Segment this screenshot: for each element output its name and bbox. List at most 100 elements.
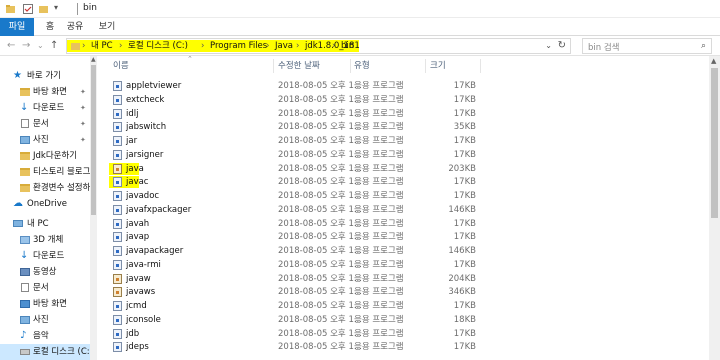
sidebar-item-label: 문서 — [33, 119, 49, 129]
table-row[interactable]: idlj 2018-08-05 오후 1... 응용 프로그램 17KB — [98, 107, 708, 121]
pin-icon[interactable]: ✦ — [80, 132, 86, 148]
sidebar-item-documents[interactable]: 문서 ✦ — [0, 116, 90, 132]
sidebar-scrollbar[interactable]: ▲ — [90, 56, 97, 360]
breadcrumb-program-files[interactable]: Program Files — [210, 40, 267, 52]
sidebar-item-tistory-blog[interactable]: 티스토리 블로그 — [0, 164, 90, 180]
sidebar-item-pc-pictures[interactable]: 사진 — [0, 312, 90, 328]
file-size: 146KB — [448, 246, 476, 256]
table-row[interactable]: javafxpackager 2018-08-05 오후 1... 응용 프로그램 1… — [98, 203, 708, 217]
table-row[interactable]: javapackager 2018-08-05 오후 1... 응용 프로그램 146… — [98, 244, 708, 258]
file-name: javac — [126, 177, 149, 188]
properties-icon[interactable] — [22, 3, 34, 15]
refresh-icon[interactable]: ↻ — [558, 40, 566, 51]
table-row[interactable]: jarsigner 2018-08-05 오후 1... 응용 프로그램 17KB — [98, 148, 708, 162]
breadcrumb-bin[interactable]: bin — [341, 40, 354, 52]
desktop-icon — [20, 300, 30, 308]
breadcrumb-java[interactable]: Java — [275, 40, 293, 52]
table-row[interactable]: javaw 2018-08-05 오후 1... 응용 프로그램 204KB — [98, 272, 708, 286]
sidebar-item-pc-documents[interactable]: 문서 — [0, 280, 90, 296]
sidebar-scrollbar-thumb[interactable] — [91, 65, 96, 215]
tab-home[interactable]: 홈 — [40, 18, 60, 36]
file-name: jdb — [126, 328, 140, 339]
sidebar-item-onedrive[interactable]: ☁ OneDrive — [0, 196, 90, 212]
tab-share[interactable]: 공유 — [64, 18, 86, 36]
file-name: idlj — [126, 108, 139, 119]
tab-file[interactable]: 파일 — [0, 18, 34, 36]
file-size: 146KB — [448, 204, 476, 215]
table-row[interactable]: jconsole 2018-08-05 오후 1... 응용 프로그램 18KB — [98, 313, 708, 327]
up-arrow-icon[interactable]: ↑ — [50, 39, 58, 53]
table-row[interactable]: javah 2018-08-05 오후 1... 응용 프로그램 17KB — [98, 217, 708, 231]
table-row[interactable]: jdeps 2018-08-05 오후 1... 응용 프로그램 17KB — [98, 340, 708, 354]
folder-icon — [6, 5, 15, 13]
sidebar-item-jdk-download[interactable]: Jdk다운하기 — [0, 148, 90, 164]
executable-icon — [113, 259, 122, 270]
search-box[interactable]: bin 검색 ⌕ — [582, 38, 712, 54]
back-arrow-icon[interactable]: ← — [7, 39, 15, 53]
sidebar-item-pictures[interactable]: 사진 ✦ — [0, 132, 90, 148]
table-row[interactable]: jcmd 2018-08-05 오후 1... 응용 프로그램 17KB — [98, 299, 708, 313]
sidebar-item-videos[interactable]: 동영상 — [0, 264, 90, 280]
sidebar-item-music[interactable]: ♪ 음악 — [0, 328, 90, 344]
table-row[interactable]: javac 2018-08-05 오후 1... 응용 프로그램 17KB — [98, 175, 708, 189]
file-date: 2018-08-05 오후 1... — [278, 301, 362, 311]
sidebar-item-this-pc[interactable]: 내 PC — [0, 216, 90, 232]
sidebar-item-pc-desktop[interactable]: 바탕 화면 — [0, 296, 90, 312]
address-dropdown-icon[interactable]: ⌄ — [545, 41, 552, 50]
pin-icon[interactable]: ✦ — [80, 116, 86, 132]
sidebar-item-env-vars[interactable]: 환경변수 설정하기 — [0, 180, 97, 196]
table-row[interactable]: appletviewer 2018-08-05 오후 1... 응용 프로그램 17K… — [98, 79, 708, 93]
sidebar-item-3d-objects[interactable]: 3D 개체 — [0, 232, 90, 248]
column-header-date[interactable]: 수정한 날짜 — [278, 57, 320, 75]
executable-icon — [113, 122, 122, 133]
recent-locations-icon[interactable]: ⌄ — [37, 39, 44, 53]
table-row[interactable]: extcheck 2018-08-05 오후 1... 응용 프로그램 17KB — [98, 93, 708, 107]
breadcrumb-this-pc[interactable]: 내 PC — [91, 40, 113, 52]
pin-icon[interactable]: ✦ — [80, 100, 86, 116]
column-divider[interactable] — [273, 59, 274, 73]
column-header-type[interactable]: 유형 — [354, 57, 370, 75]
file-date: 2018-08-05 오후 1... — [278, 246, 362, 256]
file-type: 응용 프로그램 — [354, 94, 404, 105]
column-divider[interactable] — [350, 59, 351, 73]
sidebar-item-downloads[interactable]: ↓ 다운로드 ✦ — [0, 100, 90, 116]
file-size: 204KB — [448, 273, 476, 284]
customize-quick-access-icon[interactable]: ▾ — [54, 3, 58, 15]
column-header-name[interactable]: 이름 — [113, 57, 129, 75]
column-header-size[interactable]: 크기 — [430, 57, 446, 75]
breadcrumb-local-disk[interactable]: 로컬 디스크 (C:) — [128, 40, 188, 52]
tab-view[interactable]: 보기 — [96, 18, 118, 36]
title-separator — [77, 3, 78, 15]
column-divider[interactable] — [480, 59, 481, 73]
column-divider[interactable] — [425, 59, 426, 73]
table-row[interactable]: javadoc 2018-08-05 오후 1... 응용 프로그램 17KB — [98, 189, 708, 203]
address-bar[interactable]: › 내 PC › 로컬 디스크 (C:) › Program Files › J… — [66, 38, 571, 54]
file-date: 2018-08-05 오후 1... — [278, 259, 362, 270]
table-row[interactable]: javaws 2018-08-05 오후 1... 응용 프로그램 346KB — [98, 285, 708, 299]
folder-icon — [20, 152, 30, 160]
executable-icon — [113, 328, 122, 339]
sidebar-item-desktop[interactable]: 바탕 화면 ✦ — [0, 84, 90, 100]
table-row[interactable]: jar 2018-08-05 오후 1... 응용 프로그램 17KB — [98, 134, 708, 148]
scroll-up-icon[interactable]: ▲ — [711, 57, 716, 65]
file-list-scrollbar-thumb[interactable] — [711, 68, 718, 218]
table-row[interactable]: java 2018-08-05 오후 1... 응용 프로그램 203KB — [98, 162, 708, 176]
file-name: jcmd — [126, 301, 147, 311]
table-row[interactable]: jabswitch 2018-08-05 오후 1... 응용 프로그램 35KB — [98, 120, 708, 134]
sidebar-item-local-disk[interactable]: 로컬 디스크 (C:) — [0, 344, 93, 360]
cube-icon — [20, 236, 30, 244]
sidebar-item-quick-access[interactable]: ★ 바로 가기 — [0, 68, 90, 84]
file-list-scrollbar[interactable]: ▲ — [709, 56, 720, 360]
forward-arrow-icon[interactable]: → — [22, 39, 30, 53]
table-row[interactable]: java-rmi 2018-08-05 오후 1... 응용 프로그램 17KB — [98, 258, 708, 272]
table-row[interactable]: jdb 2018-08-05 오후 1... 응용 프로그램 17KB — [98, 327, 708, 341]
file-size: 17KB — [453, 81, 476, 91]
pin-icon[interactable]: ✦ — [80, 84, 86, 100]
executable-icon — [113, 232, 122, 243]
sidebar-item-pc-downloads[interactable]: ↓ 다운로드 — [0, 248, 90, 264]
file-size: 17KB — [453, 108, 476, 119]
table-row[interactable]: javap 2018-08-05 오후 1... 응용 프로그램 17KB — [98, 230, 708, 244]
new-folder-icon[interactable] — [38, 3, 49, 15]
file-size: 17KB — [453, 191, 476, 201]
scroll-up-icon[interactable]: ▲ — [91, 56, 96, 63]
